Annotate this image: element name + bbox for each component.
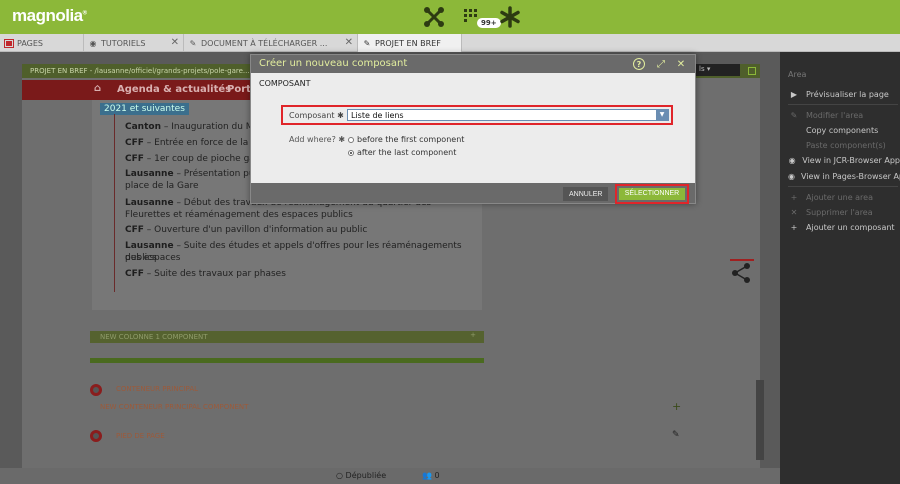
plus-icon[interactable]: + bbox=[470, 331, 476, 339]
radio-before-first[interactable]: before the first component bbox=[348, 135, 464, 144]
separator bbox=[788, 104, 898, 105]
timeline-item: CFF – Ouverture d'un pavillon d'informat… bbox=[125, 225, 368, 235]
radio-button[interactable] bbox=[348, 136, 354, 143]
preview-icon: ▶ bbox=[790, 89, 798, 99]
edit-icon: ✎ bbox=[790, 110, 798, 120]
radio-button-checked[interactable] bbox=[348, 149, 354, 156]
tab-tutoriels[interactable]: ◉ TUTORIELS ✕ bbox=[84, 34, 184, 52]
timeline-item: publics bbox=[125, 253, 157, 263]
expand-icon[interactable] bbox=[748, 67, 756, 75]
pages-icon bbox=[4, 38, 14, 48]
favorites-asterisk-icon[interactable] bbox=[497, 4, 523, 30]
pencil-icon: ✎ bbox=[363, 38, 371, 48]
new-column-component-bar[interactable]: NEW COLONNE 1 COMPONENT + bbox=[90, 331, 484, 343]
top-bar: magnolia® 99+ bbox=[0, 0, 900, 34]
app-tab-bar: PAGES ◉ TUTORIELS ✕ ✎ DOCUMENT À TÉLÉCHA… bbox=[0, 34, 900, 52]
timeline-line bbox=[114, 114, 115, 292]
area-marker-icon[interactable] bbox=[90, 384, 102, 396]
add-where-label: Add where? ✱ bbox=[289, 135, 346, 144]
eye-icon: ◉ bbox=[89, 38, 97, 48]
eye-icon: ◉ bbox=[788, 155, 796, 165]
close-icon[interactable]: ✕ bbox=[345, 37, 353, 48]
zone-divider bbox=[90, 358, 484, 363]
new-main-container-component[interactable]: NEW CONTENEUR PRINCIPAL COMPONENT bbox=[100, 403, 700, 417]
tab-projet-en-bref[interactable]: ✎ PROJET EN BREF bbox=[358, 34, 462, 52]
close-icon[interactable]: ✕ bbox=[675, 58, 687, 70]
x-icon: ✕ bbox=[790, 207, 798, 217]
select-button-highlight: SÉLECTIONNER bbox=[615, 184, 689, 204]
timeline-item: Fleurettes et réaménagement des espaces … bbox=[125, 210, 353, 220]
fullscreen-icon[interactable]: ⤢ bbox=[655, 58, 667, 70]
action-add-component[interactable]: + Ajouter un composant bbox=[788, 221, 900, 233]
dialog-footer: ANNULER SÉLECTIONNER bbox=[251, 183, 695, 204]
select-button[interactable]: SÉLECTIONNER bbox=[619, 188, 685, 200]
users-count: 👥 0 bbox=[422, 471, 440, 480]
action-view-pages-browser[interactable]: ◉ View in Pages-Browser App bbox=[788, 170, 900, 182]
share-icon[interactable] bbox=[730, 262, 752, 284]
main-container-label: CONTENEUR PRINCIPAL bbox=[116, 385, 199, 393]
plus-icon: + bbox=[790, 222, 798, 232]
action-preview-page[interactable]: ▶ Prévisualiser la page bbox=[788, 88, 900, 100]
action-copy-components[interactable]: Copy components bbox=[788, 124, 900, 136]
status-bar: ○ Dépubliée 👥 0 bbox=[0, 468, 780, 484]
tab-document-a-telecharger[interactable]: ✎ DOCUMENT À TÉLÉCHARGER ... ✕ bbox=[184, 34, 358, 52]
share-underline bbox=[730, 259, 754, 261]
page-scrollbar[interactable] bbox=[756, 380, 764, 460]
area-marker-icon[interactable] bbox=[90, 430, 102, 442]
component-select[interactable]: Liste de liens ▼ bbox=[347, 109, 669, 121]
footer-area-label: PIED DE PAGE bbox=[116, 432, 165, 440]
pencil-icon[interactable]: ✎ bbox=[672, 430, 680, 440]
action-add-area: + Ajouter une area bbox=[788, 191, 900, 203]
magnolia-logo[interactable]: magnolia® bbox=[12, 6, 87, 26]
create-component-dialog: Créer un nouveau composant ? ⤢ ✕ COMPOSA… bbox=[250, 54, 696, 204]
pencil-icon: ✎ bbox=[189, 38, 197, 48]
radio-after-last[interactable]: after the last component bbox=[348, 148, 456, 157]
action-edit-area: ✎ Modifier l'area bbox=[788, 109, 900, 121]
plus-icon[interactable]: + bbox=[672, 400, 681, 413]
action-bar-title: Area bbox=[788, 70, 807, 79]
close-icon[interactable]: ✕ bbox=[171, 37, 179, 48]
timeline-item: CFF – Suite des travaux par phases bbox=[125, 269, 286, 279]
publication-status: ○ Dépubliée bbox=[336, 471, 387, 480]
component-label: Composant ✱ bbox=[289, 111, 344, 120]
action-paste-components: Paste component(s) bbox=[806, 140, 886, 150]
eye-icon: ◉ bbox=[788, 171, 795, 181]
action-bar: Area ▶ Prévisualiser la page ✎ Modifier l'… bbox=[780, 52, 900, 484]
apps-launcher-icon[interactable] bbox=[421, 4, 447, 30]
component-field-row: Composant ✱ Liste de liens ▼ bbox=[281, 105, 673, 125]
tab-pages[interactable]: PAGES bbox=[0, 34, 84, 52]
home-icon[interactable]: ⌂ bbox=[94, 83, 101, 94]
action-delete-area: ✕ Supprimer l'area bbox=[788, 206, 900, 218]
nav-agenda[interactable]: Agenda & actualités bbox=[117, 84, 231, 95]
separator bbox=[788, 186, 898, 187]
section-title: COMPOSANT bbox=[259, 79, 311, 88]
action-view-jcr-browser[interactable]: ◉ View in JCR-Browser App bbox=[788, 154, 900, 166]
dialog-header: Créer un nouveau composant ? ⤢ ✕ bbox=[251, 55, 695, 73]
plus-icon: + bbox=[790, 192, 798, 202]
chevron-down-icon[interactable]: ▼ bbox=[656, 110, 668, 120]
mini-dropdown[interactable]: ls ▾ bbox=[696, 64, 740, 76]
dialog-title: Créer un nouveau composant bbox=[259, 58, 408, 69]
cancel-button[interactable]: ANNULER bbox=[563, 187, 609, 201]
help-icon[interactable]: ? bbox=[633, 58, 645, 70]
